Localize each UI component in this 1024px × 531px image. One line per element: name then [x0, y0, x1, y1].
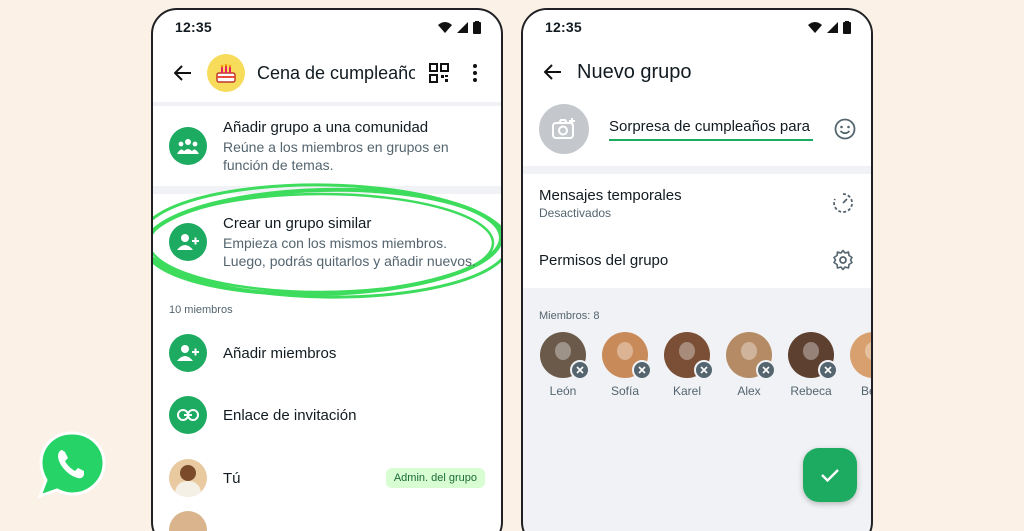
disappearing-messages-row[interactable]: Mensajes temporales Desactivados	[523, 174, 871, 232]
disappearing-subtitle: Desactivados	[539, 205, 612, 220]
member-name: Sofía	[610, 384, 640, 398]
page-title: Nuevo grupo	[577, 60, 692, 83]
status-bar: 12:35	[523, 10, 871, 44]
member-name: Karel	[672, 384, 701, 398]
emoji-icon[interactable]	[833, 117, 857, 141]
group-permissions-row[interactable]: Permisos del grupo	[523, 232, 871, 288]
back-arrow-icon[interactable]	[541, 60, 565, 84]
group-name[interactable]: Cena de cumpleaños	[257, 63, 415, 84]
more-options-icon[interactable]	[463, 61, 487, 85]
selected-member[interactable]: Rebeca	[780, 332, 842, 398]
gear-icon	[831, 248, 855, 272]
member-name: Alex	[737, 384, 761, 398]
signal-icon	[457, 21, 468, 33]
selected-member[interactable]: Alex	[718, 332, 780, 398]
disappearing-title: Mensajes temporales	[539, 186, 682, 204]
selected-member[interactable]: Beni	[842, 332, 871, 398]
birthday-cake-icon	[216, 63, 236, 83]
avatar-face	[741, 342, 757, 360]
add-members-row[interactable]: Añadir miembros	[153, 322, 501, 384]
member-name: Beni	[860, 384, 871, 398]
remove-member-icon[interactable]	[694, 360, 714, 380]
selected-member[interactable]: León	[532, 332, 594, 398]
group-photo-button[interactable]	[539, 104, 589, 154]
remove-member-icon[interactable]	[818, 360, 838, 380]
app-bar: Nuevo grupo	[523, 44, 871, 100]
avatar	[850, 332, 871, 378]
member-name: Rebeca	[790, 384, 832, 398]
member-name: León	[549, 384, 577, 398]
remove-member-icon[interactable]	[756, 360, 776, 380]
avatar	[726, 332, 776, 380]
signal-icon	[827, 21, 838, 33]
avatar	[169, 511, 207, 531]
timer-icon	[831, 191, 855, 215]
status-time: 12:35	[175, 19, 212, 35]
avatar-face	[617, 342, 633, 360]
similar-group-title: Crear un grupo similar	[223, 214, 372, 232]
back-arrow-icon[interactable]	[171, 61, 195, 85]
whatsapp-logo	[34, 428, 110, 500]
remove-member-icon[interactable]	[570, 360, 590, 380]
member-row-self[interactable]: Tú Admin. del grupo	[153, 446, 501, 510]
avatar-face	[679, 342, 695, 360]
community-row-title: Añadir grupo a una comunidad	[223, 118, 429, 136]
camera-add-icon	[552, 118, 575, 139]
app-bar: Cena de cumpleaños	[153, 44, 501, 102]
battery-icon	[843, 20, 851, 34]
wifi-icon	[438, 21, 452, 33]
group-avatar[interactable]	[207, 54, 245, 92]
avatar-face	[865, 342, 871, 360]
add-to-community-row[interactable]: Añadir grupo a una comunidad Reúne a los…	[153, 106, 501, 186]
status-time: 12:35	[545, 19, 582, 35]
checkmark-icon	[821, 469, 839, 482]
community-row-subtitle-2: función de temas.	[223, 156, 334, 173]
avatar-face	[803, 342, 819, 360]
avatar	[169, 459, 207, 497]
member-row[interactable]	[153, 510, 501, 531]
remove-member-icon[interactable]	[632, 360, 652, 380]
qr-code-icon[interactable]	[427, 61, 451, 85]
wifi-icon	[808, 21, 822, 33]
link-icon	[169, 396, 207, 434]
add-members-label: Añadir miembros	[223, 344, 337, 362]
group-info-screen: 12:35 Cena de cumpleaños Añadir grupo a …	[151, 8, 503, 531]
avatar	[602, 332, 652, 380]
new-group-screen: 12:35 Nuevo grupo Sorpresa de cumpleaños…	[521, 8, 873, 531]
members-count-label: Miembros: 8	[539, 310, 600, 322]
group-name-section: Sorpresa de cumpleaños para	[523, 100, 871, 166]
selected-member[interactable]: Karel	[656, 332, 718, 398]
admin-badge: Admin. del grupo	[385, 468, 485, 488]
avatar	[664, 332, 714, 380]
group-name-input[interactable]: Sorpresa de cumpleaños para	[609, 118, 813, 141]
divider	[523, 166, 871, 174]
similar-group-subtitle-1: Empieza con los mismos miembros.	[223, 234, 448, 251]
battery-icon	[473, 20, 481, 34]
status-bar: 12:35	[153, 10, 501, 44]
member-name: Tú	[223, 469, 241, 487]
selected-member[interactable]: Sofía	[594, 332, 656, 398]
selected-members-list: León Sofía Karel Alex Rebeca Beni	[523, 332, 871, 398]
avatar	[540, 332, 590, 380]
community-row-subtitle-1: Reúne a los miembros en grupos en	[223, 138, 449, 155]
confirm-create-group-button[interactable]	[803, 448, 857, 502]
invite-link-label: Enlace de invitación	[223, 406, 357, 424]
add-member-icon	[169, 334, 207, 372]
avatar-face	[555, 342, 571, 360]
add-person-icon	[169, 223, 207, 261]
avatar	[788, 332, 838, 380]
invite-link-row[interactable]: Enlace de invitación	[153, 384, 501, 446]
create-similar-group-row[interactable]: Crear un grupo similar Empieza con los m…	[153, 183, 501, 299]
community-icon	[169, 127, 207, 165]
permissions-label: Permisos del grupo	[539, 251, 669, 269]
similar-group-subtitle-2: Luego, podrás quitarlos y añadir nuevos.	[223, 252, 476, 269]
